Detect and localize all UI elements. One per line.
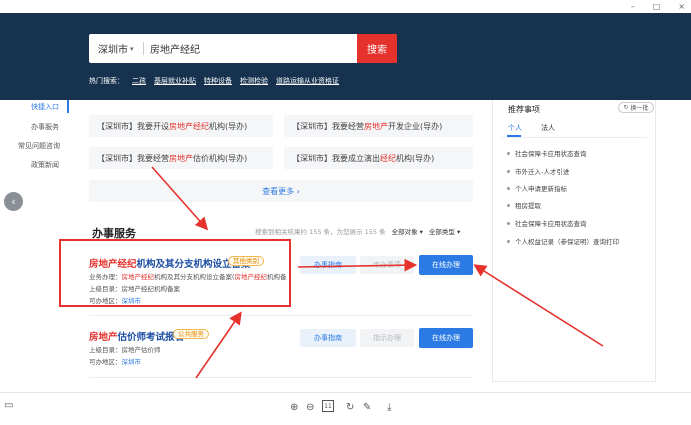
search-separator [143, 42, 144, 55]
quick-link-suffix: 机构(导办) [209, 121, 248, 131]
filter-type-label: 全部类型 [428, 228, 455, 236]
quick-link-prefix: 【深圳市】我要经营 [292, 121, 364, 131]
quick-link[interactable]: 【深圳市】我要成立演出 经纪 机构(导办) [284, 147, 473, 169]
apply-button[interactable]: 指示办理 [360, 329, 414, 347]
refresh-label: 换一批 [630, 105, 649, 112]
recommend-item[interactable]: 个人申请更新指标 [507, 183, 567, 193]
city-select[interactable]: 深圳市 ▾ [89, 41, 141, 57]
bullet-icon [507, 151, 510, 155]
tab-legal[interactable]: 法人 [541, 123, 555, 133]
recommend-item-label: 市外迁入-人才引进 [515, 168, 570, 176]
bullet-icon [507, 239, 510, 243]
bullet-icon [507, 203, 510, 207]
recommend-item[interactable]: 社会保障卡应用状态查询 [507, 218, 587, 228]
quick-link-suffix: 开发企业(导办) [388, 121, 443, 131]
hot-search-label: 热门搜索： [89, 77, 124, 85]
apply-button[interactable]: 申办事项 [360, 256, 414, 274]
refresh-icon: ↻ [623, 104, 629, 111]
recommend-item-label: 社会保障卡应用状态查询 [515, 150, 587, 158]
site-header: 深圳市 ▾ 搜索 热门搜索： 二孩 基层就业补贴 特种设备 检测检验 道路运输从… [0, 13, 691, 100]
divider [89, 315, 473, 316]
download-icon[interactable]: ⤓ [387, 402, 391, 413]
pen-icon[interactable]: ✎ [363, 402, 371, 413]
hot-link[interactable]: 道路运输从业资格证 [276, 76, 339, 86]
recommend-item-label: 租房提取 [515, 202, 541, 210]
rotate-icon[interactable]: ↻ [346, 402, 354, 413]
arrow-to-card [195, 311, 242, 379]
chevron-down-icon: ▾ [419, 228, 423, 236]
recommend-item-label: 个人权益记录（参保证明）查询打印 [515, 238, 619, 246]
highlight-box [59, 239, 291, 307]
bullet-icon [507, 169, 510, 173]
quick-link-suffix: 估价机构(导办) [193, 153, 248, 163]
divider [501, 137, 647, 138]
chevron-down-icon: ▾ [130, 44, 134, 53]
search-button[interactable]: 搜索 [357, 34, 397, 63]
restore-icon[interactable]: □ [653, 2, 661, 11]
online-handle-button[interactable]: 在线办理 [419, 328, 473, 348]
online-handle-button[interactable]: 在线办理 [419, 255, 473, 275]
chevron-down-icon: ▾ [457, 228, 461, 236]
zoom-in-icon[interactable]: ⊕ [290, 402, 298, 413]
recommend-item-label: 社会保障卡应用状态查询 [515, 220, 587, 228]
quick-link-prefix: 【深圳市】我要成立演出 [292, 153, 380, 163]
search-bar: 深圳市 ▾ [89, 34, 397, 63]
tab-personal[interactable]: 个人 [508, 123, 522, 133]
result-count: 搜索到相关结果约 155 条，为您展示 155 条 [255, 228, 386, 236]
filter-type-dropdown[interactable]: 全部类型 ▾ [429, 226, 460, 236]
quick-link[interactable]: 【深圳市】我要经营 房地产 开发企业(导办) [284, 115, 473, 137]
region-link[interactable]: 深圳市 [122, 358, 142, 366]
minimize-icon[interactable]: – [631, 2, 635, 11]
hot-link[interactable]: 基层就业补贴 [154, 76, 196, 86]
chevron-left-icon: ‹ [11, 195, 16, 208]
quick-link[interactable]: 【深圳市】我要开设 房地产经纪 机构(导办) [89, 115, 273, 137]
quick-link-suffix: 机构(导办) [396, 153, 435, 163]
recommend-title: 推荐事项 [508, 105, 540, 114]
guide-button[interactable]: 办事指南 [300, 256, 356, 274]
quick-link-highlight: 经纪 [380, 153, 396, 163]
quick-link-highlight: 房地产 [169, 153, 193, 163]
services-meta: 搜索到相关结果约 155 条，为您展示 155 条 全部对象 ▾ 全部类型 ▾ [255, 226, 460, 236]
line-label: 可办地区： [89, 358, 122, 366]
refresh-button[interactable]: ↻ 换一批 [618, 102, 654, 113]
service-region: 可办地区：深圳市 [89, 356, 141, 366]
close-icon[interactable]: × [678, 2, 685, 11]
recommend-item[interactable]: 市外迁入-人才引进 [507, 166, 569, 176]
quick-link-prefix: 【深圳市】我要开设 [97, 121, 169, 131]
bullet-icon [507, 221, 510, 225]
recommend-item-label: 个人申请更新指标 [515, 185, 567, 193]
page-indicator[interactable]: 11 [322, 400, 334, 412]
hot-link[interactable]: 检测检验 [240, 76, 268, 86]
quick-link-prefix: 【深圳市】我要经营 [97, 153, 169, 163]
recommend-item[interactable]: 租房提取 [507, 200, 541, 210]
category-tag: 公共服务 [173, 329, 209, 339]
zoom-out-icon[interactable]: ⊖ [306, 402, 314, 413]
recommend-item[interactable]: 个人权益记录（参保证明）查询打印 [507, 236, 619, 246]
service-title-highlight: 房地产 [89, 332, 118, 343]
divider [89, 377, 473, 378]
bullet-icon [507, 186, 510, 190]
sidebar-toggle-icon[interactable]: ▭ [4, 400, 13, 411]
filter-object-dropdown[interactable]: 全部对象 ▾ [392, 226, 423, 236]
window-titlebar: – □ × [0, 0, 691, 13]
quick-link[interactable]: 【深圳市】我要经营 房地产 估价机构(导办) [89, 147, 273, 169]
service-title[interactable]: 房地产估价师考试报名 [89, 329, 184, 343]
view-more-button[interactable]: 查看更多 › [89, 180, 473, 202]
city-label: 深圳市 [98, 45, 128, 56]
service-parent-dir: 上级目录：房地产估价师 [89, 346, 161, 354]
guide-button[interactable]: 办事指南 [300, 329, 356, 347]
filter-object-label: 全部对象 [391, 228, 418, 236]
recommend-item[interactable]: 社会保障卡应用状态查询 [507, 148, 587, 158]
hot-search: 热门搜索： 二孩 基层就业补贴 特种设备 检测检验 道路运输从业资格证 [89, 76, 339, 86]
hot-link[interactable]: 二孩 [132, 76, 146, 86]
search-input[interactable] [150, 43, 356, 54]
quick-link-highlight: 房地产经纪 [169, 121, 209, 131]
back-button[interactable]: ‹ [4, 192, 23, 211]
quick-link-highlight: 房地产 [364, 121, 388, 131]
hot-link[interactable]: 特种设备 [204, 76, 232, 86]
